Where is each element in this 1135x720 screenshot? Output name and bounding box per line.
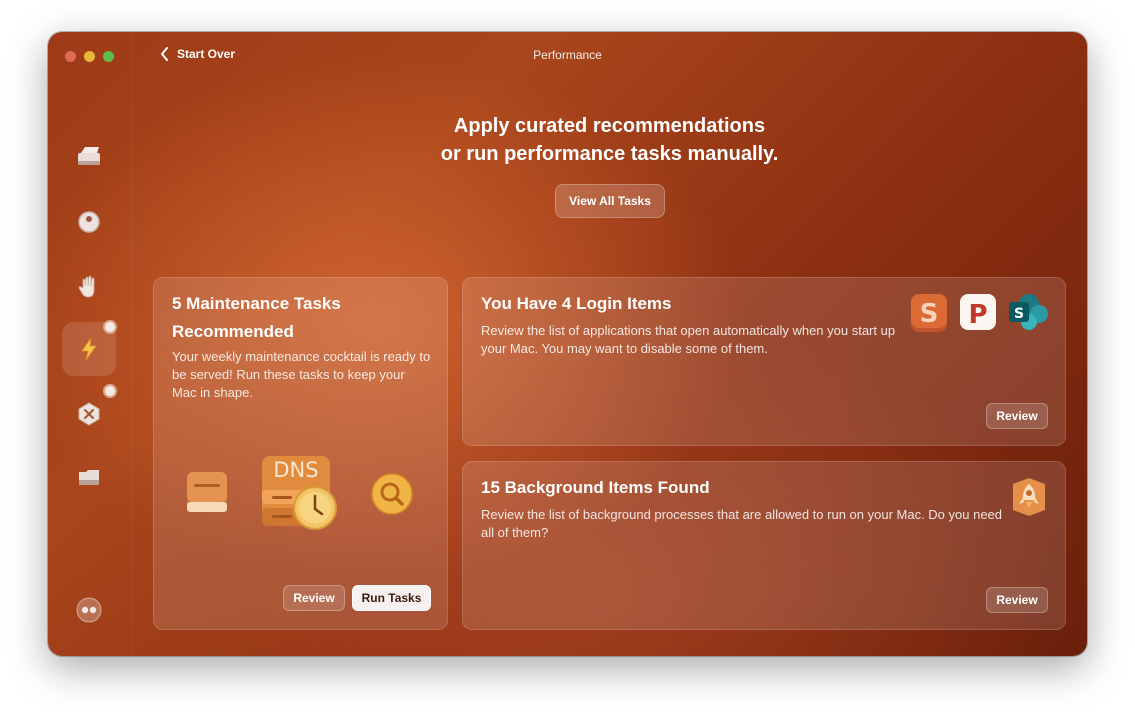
login-items-title: You Have 4 Login Items (481, 294, 672, 313)
assistant-icon (76, 597, 102, 623)
app-s-orange-icon: S (911, 294, 947, 332)
window-title: Performance (533, 48, 602, 62)
background-items-card: 15 Background Items Found Review the lis… (462, 461, 1066, 630)
app-sharepoint-icon: S (1009, 294, 1048, 330)
rocket-launch-icon (1013, 478, 1045, 516)
run-tasks-button[interactable]: Run Tasks (352, 585, 431, 611)
maintenance-title-line-1: 5 Maintenance Tasks (172, 294, 341, 313)
sidebar-item-files[interactable] (62, 450, 116, 504)
notification-dot (103, 384, 117, 398)
sidebar (48, 32, 133, 656)
view-all-tasks-button[interactable]: View All Tasks (555, 184, 665, 218)
sidebar-item-protection[interactable] (62, 195, 116, 249)
sidebar-item-cleanup[interactable] (62, 130, 116, 184)
notification-dot (103, 320, 117, 334)
headline-line-1: Apply curated recommendations (453, 115, 766, 137)
sidebar-item-assistant[interactable] (62, 583, 116, 637)
login-items-review-button[interactable]: Review (986, 403, 1048, 429)
login-items-description: Review the list of applications that ope… (481, 323, 896, 356)
background-items-review-button[interactable]: Review (986, 587, 1048, 613)
app-letter-2: P (968, 300, 987, 330)
app-p-icon: P (960, 294, 996, 330)
maintenance-card: 5 Maintenance Tasks Recommended Your wee… (153, 277, 448, 630)
drive-icon (187, 472, 227, 512)
page-headline: Apply curated recommendations or run per… (132, 112, 1087, 168)
background-items-title: 15 Background Items Found (481, 478, 710, 497)
maintenance-title-line-2: Recommended (172, 322, 294, 341)
maintenance-description: Your weekly maintenance cocktail is read… (172, 349, 431, 400)
app-letter-1: S (920, 299, 939, 329)
login-items-card: You Have 4 Login Items Review the list o… (462, 277, 1066, 446)
headline-line-2: or run performance tasks manually. (440, 143, 779, 165)
app-letter-3: S (1014, 306, 1024, 322)
magnifier-icon (371, 473, 413, 515)
applications-icon (78, 402, 100, 426)
maintenance-review-button[interactable]: Review (283, 585, 345, 611)
background-items-description: Review the list of background processes … (481, 507, 1003, 540)
protection-icon (78, 211, 100, 233)
dns-label: DNS (273, 458, 319, 482)
files-folder-icon (79, 470, 99, 485)
app-window: Start Over Performance Apply curated rec… (48, 32, 1087, 656)
sidebar-item-privacy[interactable] (62, 260, 116, 314)
disk-cleanup-icon (78, 147, 100, 165)
privacy-hand-icon (78, 275, 95, 298)
performance-bolt-icon (81, 337, 97, 361)
